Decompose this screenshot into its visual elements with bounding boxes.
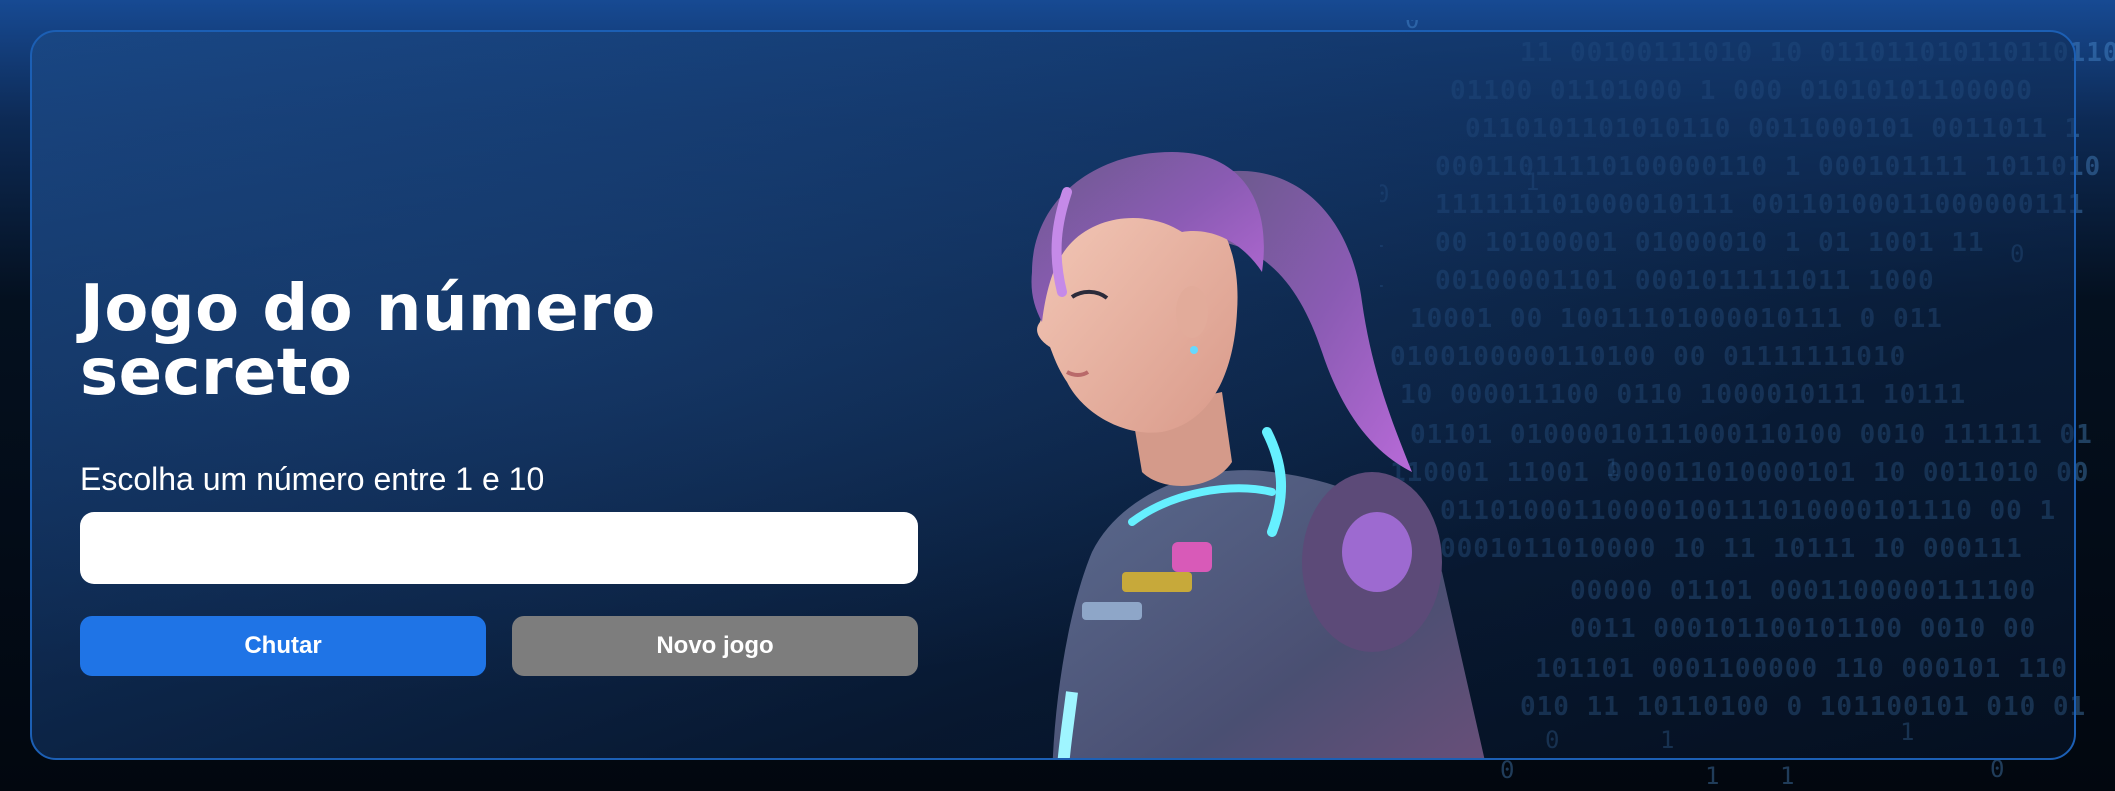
binary-digit: 1 [1780,762,1795,790]
page-title: Jogo do número secreto [80,272,656,410]
guess-input[interactable] [80,512,918,584]
game-card: Jogo do número secreto Escolha um número… [30,30,2076,760]
binary-digit: 1 [1705,762,1720,790]
new-game-button[interactable]: Novo jogo [512,616,918,676]
character-illustration [1031,152,1485,758]
button-row: Chutar Novo jogo [80,616,918,676]
page: 11 00100111010 10 0110110101101101100 01… [0,0,2115,791]
binary-digit: 0 [1500,756,1515,784]
guess-button[interactable]: Chutar [80,616,486,676]
game-form: Jogo do número secreto Escolha um número… [80,277,918,676]
guess-prompt: Escolha um número entre 1 e 10 [80,461,545,497]
